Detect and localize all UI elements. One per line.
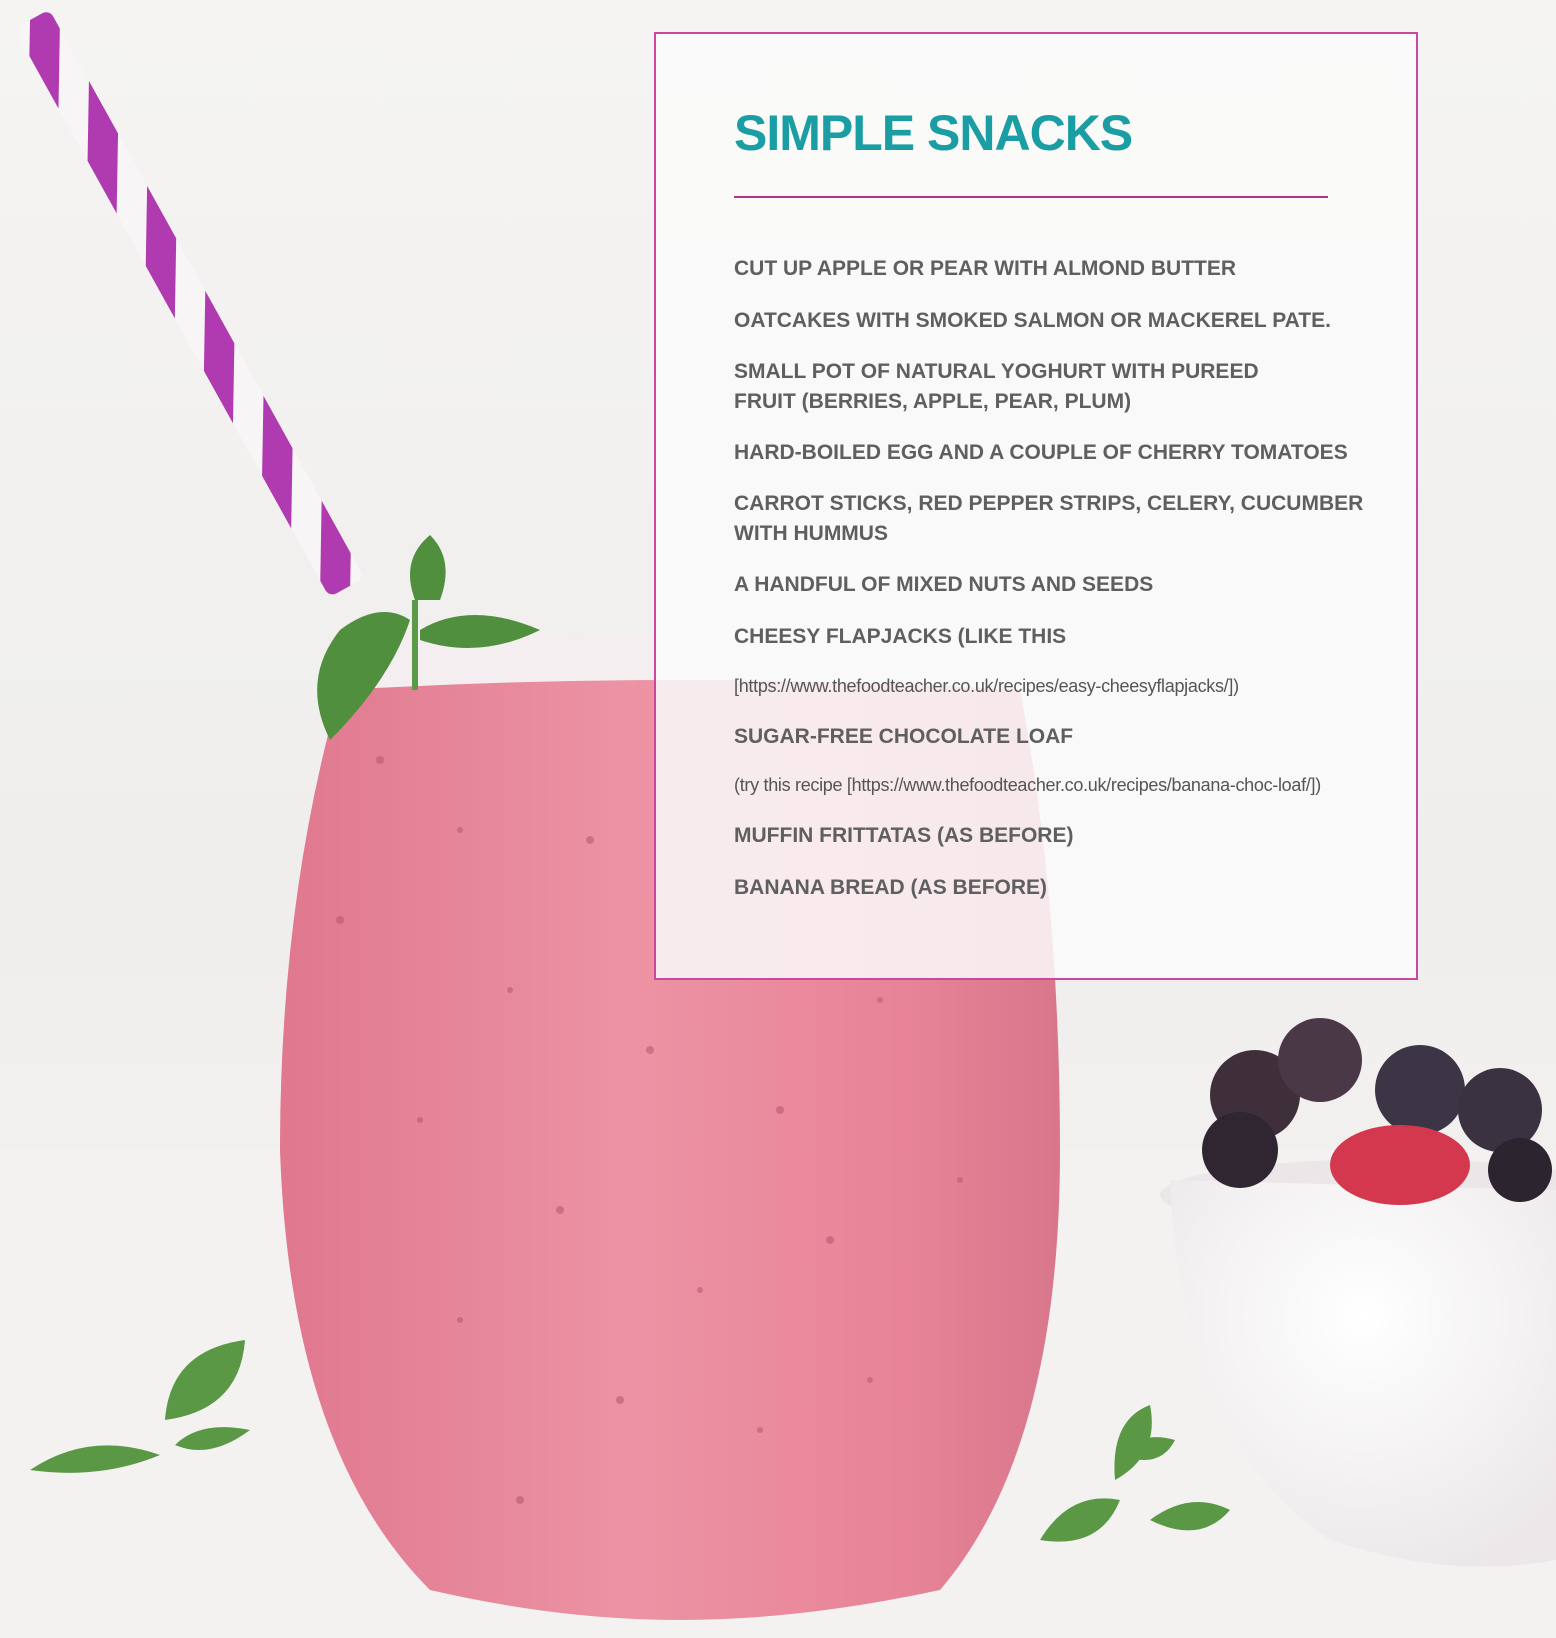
snack-item: OATCAKES WITH SMOKED SALMON OR MACKEREL …	[734, 309, 1331, 332]
snack-item: FRUIT (BERRIES, APPLE, PEAR, PLUM)	[734, 390, 1132, 413]
snack-item: BANANA BREAD (AS BEFORE)	[734, 876, 1048, 899]
simple-snacks-card: SIMPLE SNACKS CUT UP APPLE OR PEAR WITH …	[654, 32, 1418, 980]
card-title: SIMPLE SNACKS	[734, 105, 1133, 161]
snack-item: SUGAR-FREE CHOCOLATE LOAF	[734, 725, 1074, 748]
straw	[17, 12, 362, 595]
snack-item: CARROT STICKS, RED PEPPER STRIPS, CELERY…	[734, 492, 1364, 515]
recipe-link-note: (try this recipe [https://www.thefoodtea…	[734, 775, 1321, 795]
snack-item: HARD-BOILED EGG AND A COUPLE OF CHERRY T…	[734, 441, 1348, 464]
snack-item: WITH HUMMUS	[734, 522, 888, 545]
snack-item: CUT UP APPLE OR PEAR WITH ALMOND BUTTER	[734, 257, 1237, 280]
snack-item: SMALL POT OF NATURAL YOGHURT WITH PUREED	[734, 360, 1259, 383]
snack-item: CHEESY FLAPJACKS (LIKE THIS	[734, 625, 1067, 648]
recipe-link-note: [https://www.thefoodteacher.co.uk/recipe…	[734, 676, 1239, 696]
snack-item: MUFFIN FRITTATAS (AS BEFORE)	[734, 824, 1074, 847]
title-divider	[734, 196, 1328, 198]
snack-item: A HANDFUL OF MIXED NUTS AND SEEDS	[734, 573, 1154, 596]
